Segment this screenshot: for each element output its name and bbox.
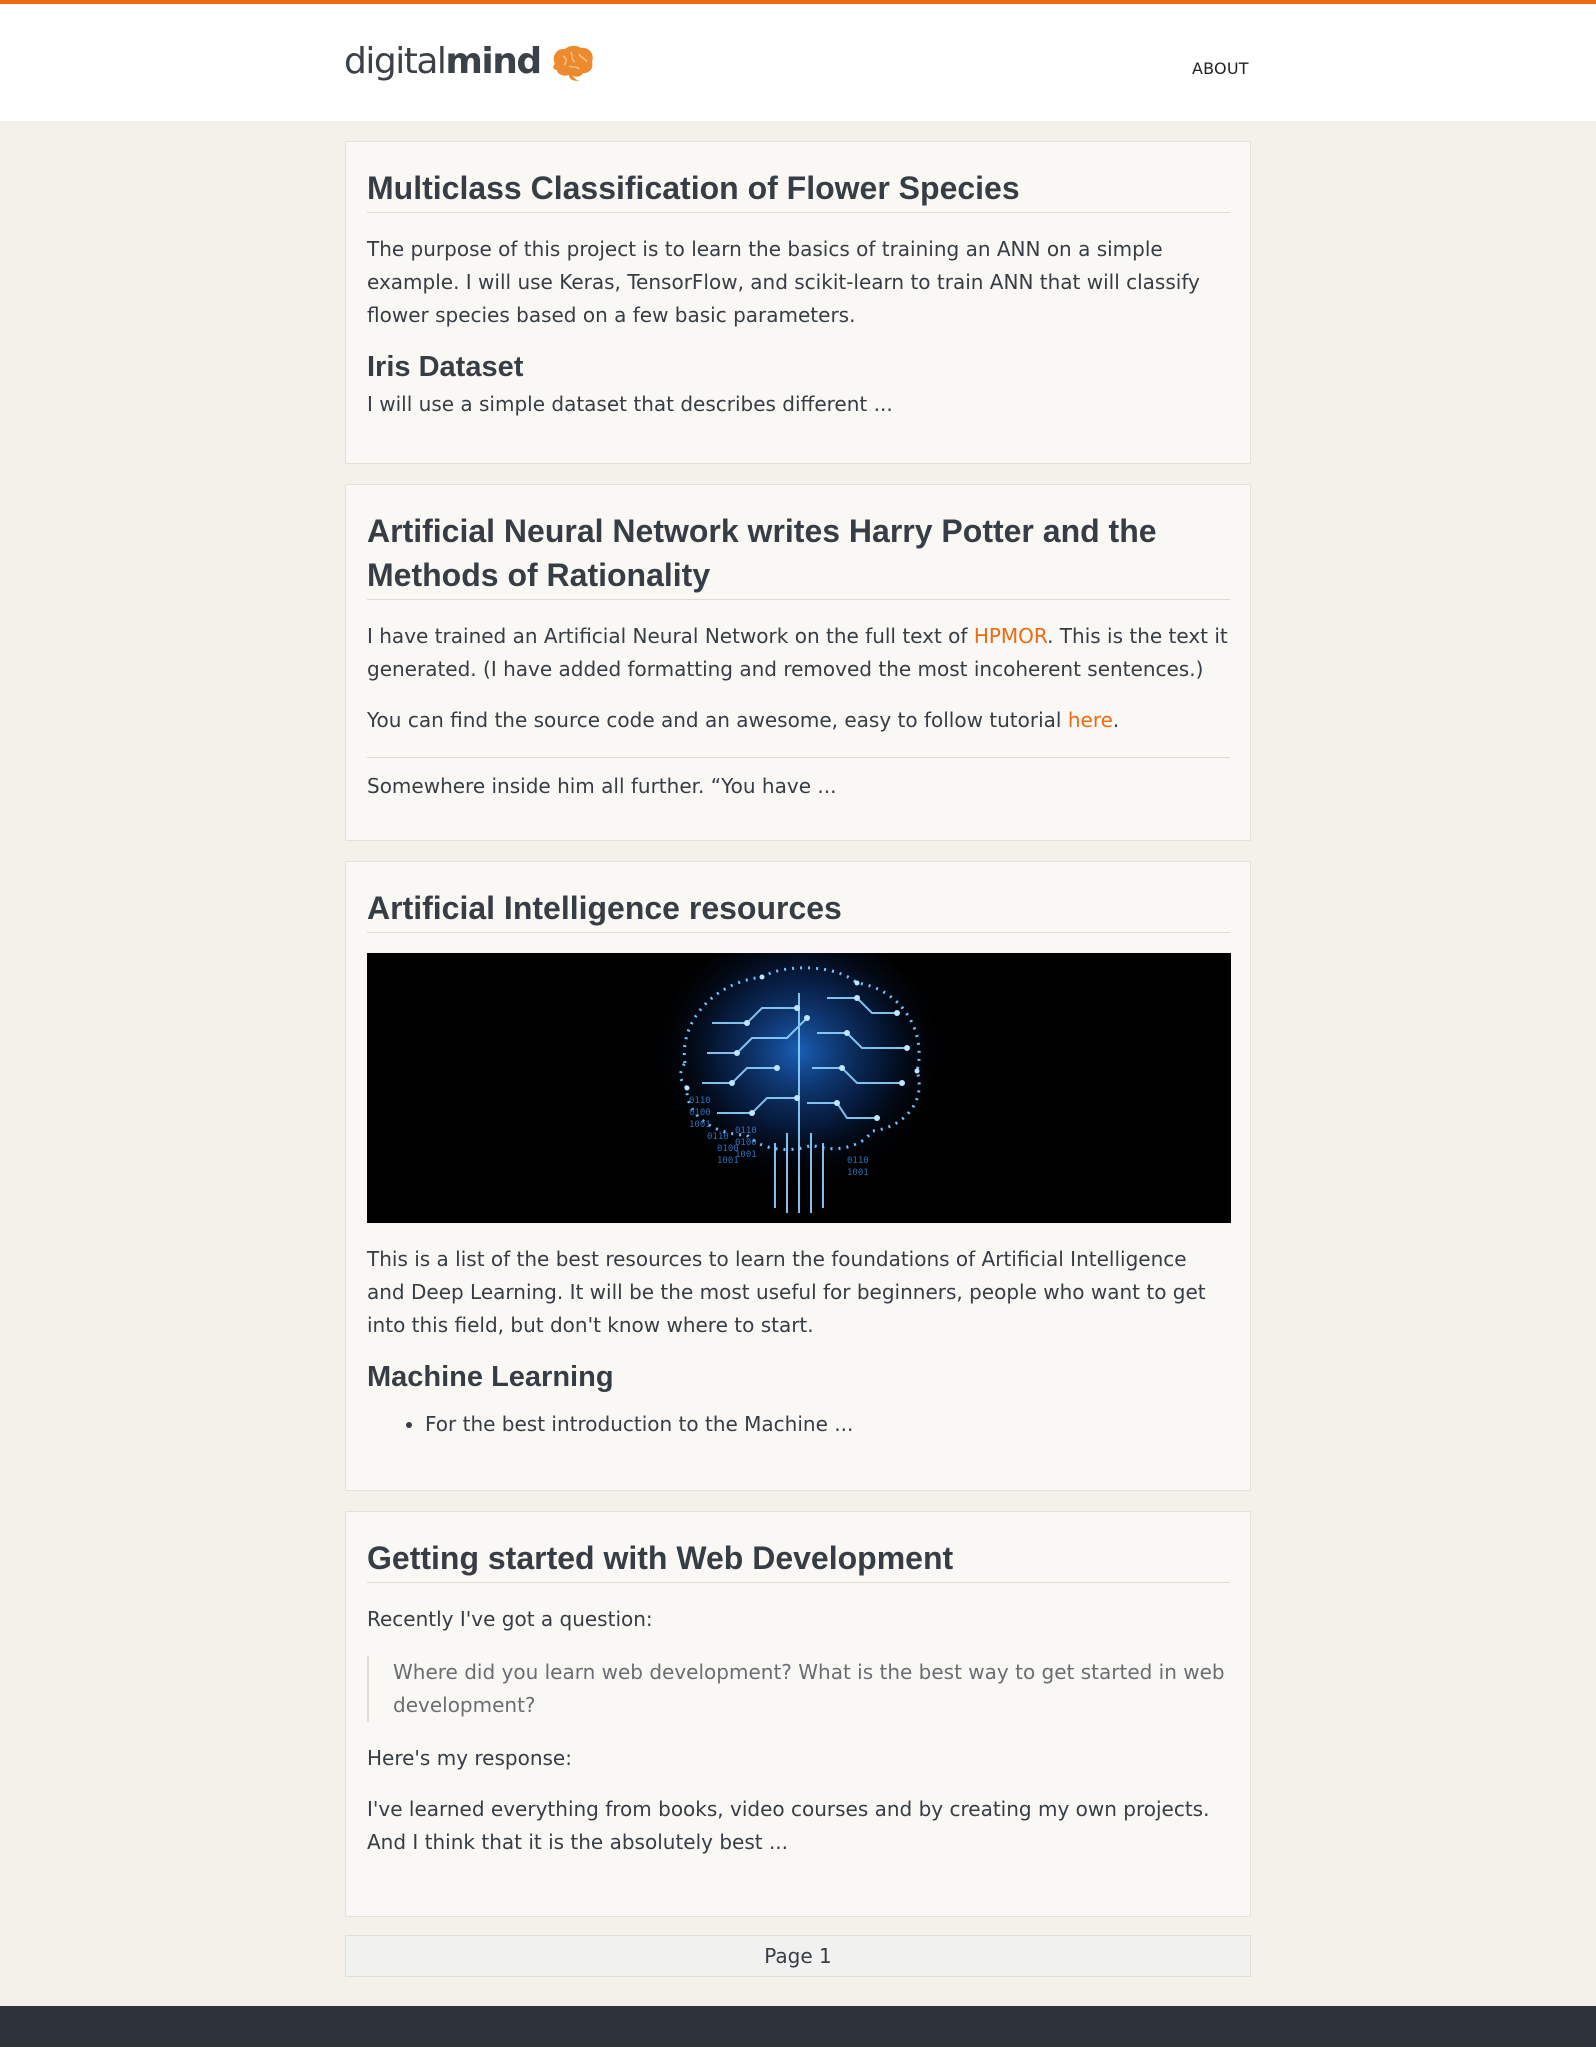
post-list: Multiclass Classification of Flower Spec… — [345, 141, 1251, 1977]
pagination: Page 1 — [345, 1935, 1251, 1977]
post-text: . — [1112, 708, 1120, 732]
brain-icon — [552, 45, 593, 81]
svg-text:1001: 1001 — [847, 1168, 869, 1178]
post-paragraph: I have trained an Artificial Neural Netw… — [367, 620, 1230, 686]
post-excerpt: I've learned everything from books, vide… — [367, 1797, 1210, 1854]
post-paragraph: You can find the source code and an awes… — [367, 704, 1230, 737]
site-footer — [0, 2006, 1596, 2047]
logo-text-mind: mind — [445, 40, 542, 82]
svg-text:0100: 0100 — [689, 1108, 711, 1118]
nav-about-link[interactable]: ABOUT — [1192, 59, 1249, 78]
list-item: For the best introduction to the Machine… — [425, 1408, 1230, 1441]
tutorial-link[interactable]: here — [1068, 708, 1113, 732]
post-card: Artificial Neural Network writes Harry P… — [345, 484, 1251, 841]
logo-text-digital: digital — [344, 40, 447, 82]
hpmor-link[interactable]: HPMOR — [974, 624, 1047, 648]
post-paragraph: Recently I've got a question: — [367, 1607, 653, 1631]
page-label: Page 1 — [764, 1944, 832, 1968]
divider — [367, 757, 1230, 758]
site-header: digital mind ABOUT — [0, 4, 1596, 121]
svg-text:0110: 0110 — [707, 1132, 729, 1142]
post-paragraph: Here's my response: — [367, 1746, 572, 1770]
svg-text:1001: 1001 — [735, 1150, 757, 1160]
post-subheading: Iris Dataset — [367, 351, 524, 383]
post-paragraph: The purpose of this project is to learn … — [367, 237, 1200, 327]
circuit-brain-image: 0110 0100 1001 0110 0100 1001 0110 0100 … — [367, 953, 1231, 1223]
post-paragraph: This is a list of the best resources to … — [367, 1247, 1206, 1337]
post-card: Getting started with Web Development Rec… — [345, 1511, 1251, 1917]
post-excerpt: Somewhere inside him all further. “You h… — [367, 774, 837, 798]
post-card: Artificial Intelligence resources 0110 0… — [345, 861, 1251, 1491]
post-text: I have trained an Artificial Neural Netw… — [367, 624, 974, 648]
svg-text:0100: 0100 — [735, 1138, 757, 1148]
post-excerpt: I will use a simple dataset that describ… — [367, 392, 893, 416]
post-title[interactable]: Getting started with Web Development — [367, 1532, 1230, 1583]
quote-block: Where did you learn web development? Wha… — [367, 1656, 1230, 1722]
site-logo-link[interactable]: digital mind — [344, 40, 595, 82]
post-card: Multiclass Classification of Flower Spec… — [345, 141, 1251, 464]
post-subheading: Machine Learning — [367, 1361, 614, 1393]
svg-text:0110: 0110 — [735, 1126, 757, 1136]
resource-list: For the best introduction to the Machine… — [367, 1408, 1230, 1441]
svg-text:1001: 1001 — [689, 1120, 711, 1130]
post-title[interactable]: Multiclass Classification of Flower Spec… — [367, 162, 1230, 213]
post-text: You can find the source code and an awes… — [367, 708, 1068, 732]
post-title[interactable]: Artificial Intelligence resources — [367, 882, 1230, 933]
post-title[interactable]: Artificial Neural Network writes Harry P… — [367, 505, 1230, 600]
svg-text:0110: 0110 — [689, 1096, 711, 1106]
svg-text:0110: 0110 — [847, 1156, 869, 1166]
